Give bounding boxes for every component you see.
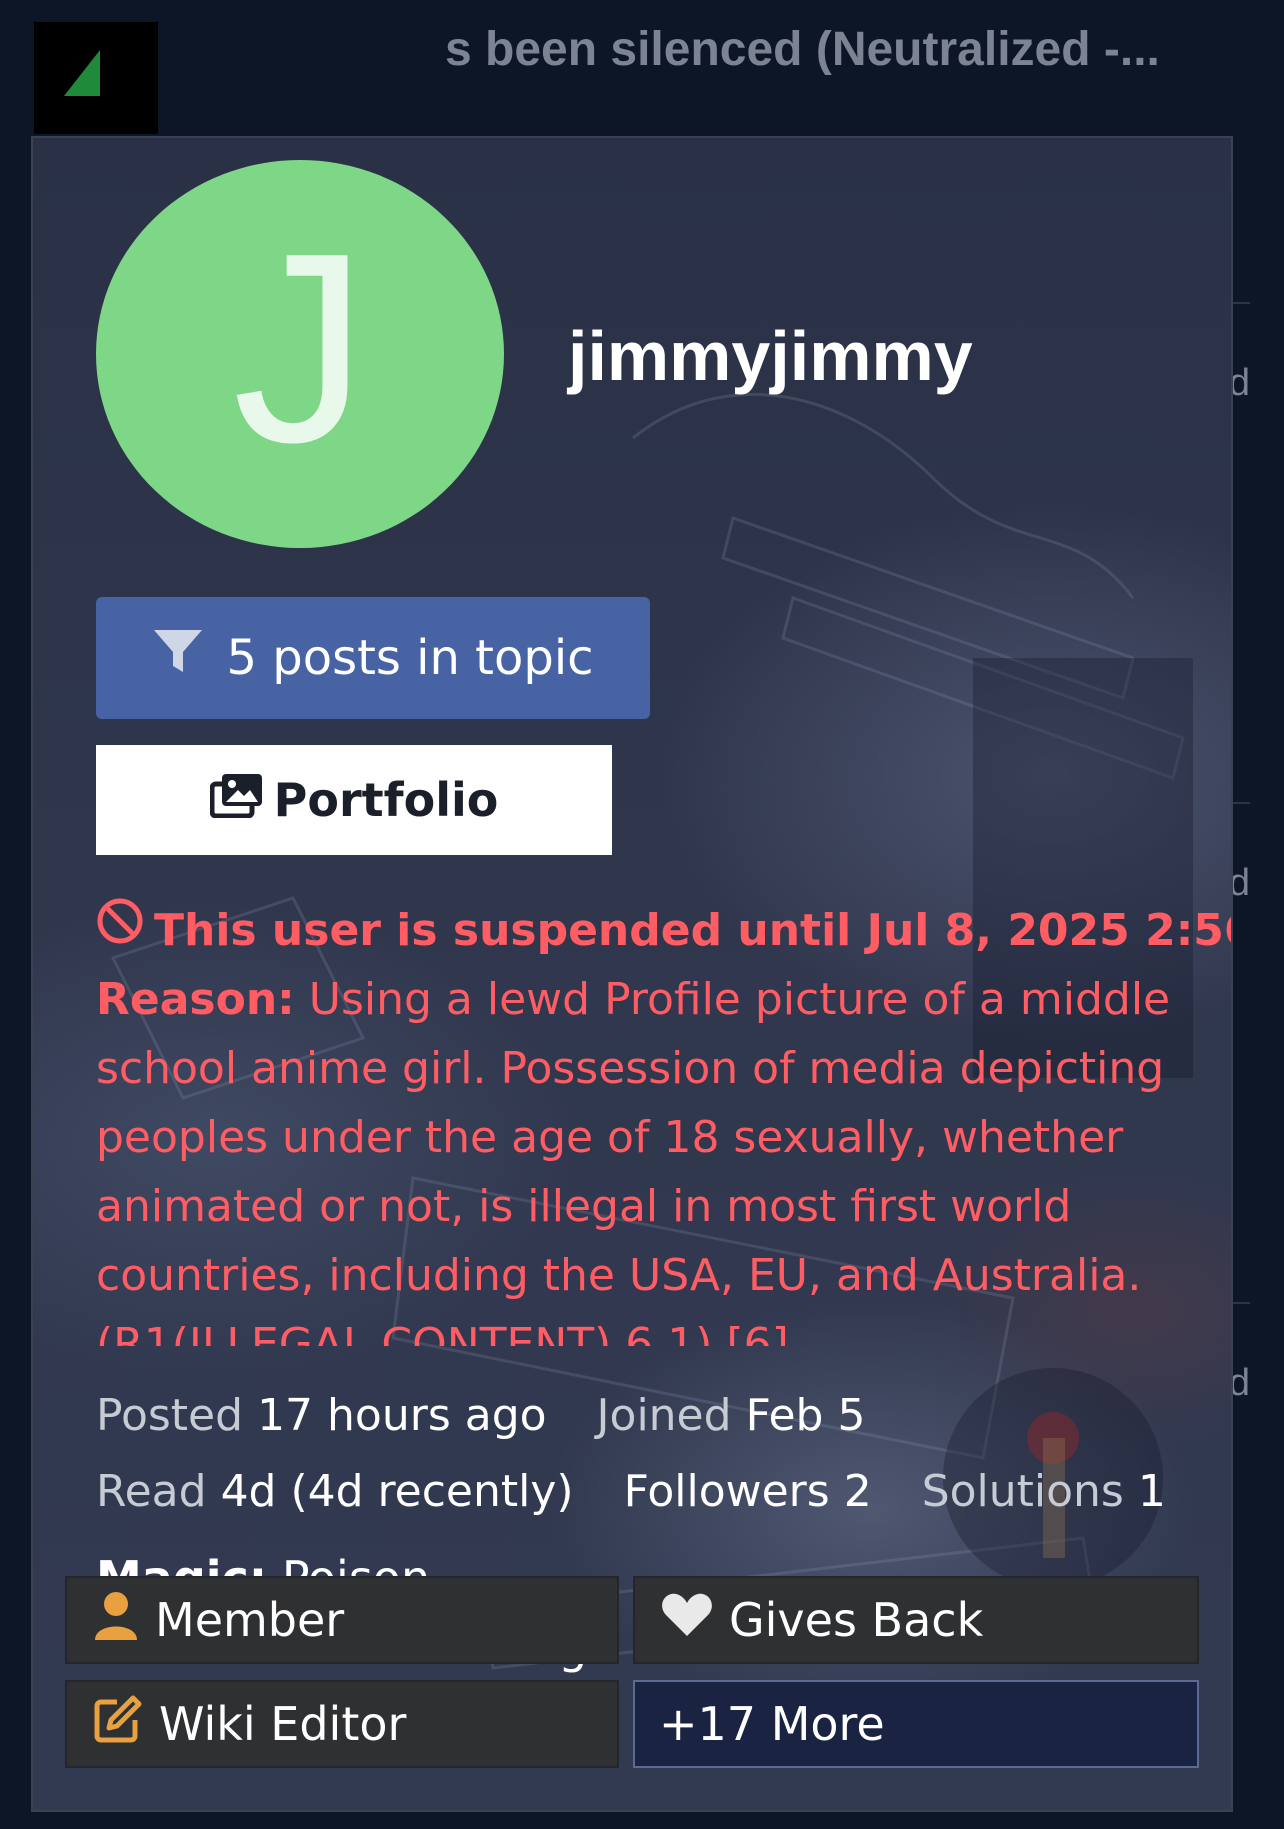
ban-icon <box>96 896 144 965</box>
badge-member[interactable]: Member <box>65 1576 619 1664</box>
user-stats: Posted 17 hours ago Joined Feb 5 Read 4d… <box>96 1378 1166 1530</box>
reason-label: Reason: <box>96 974 295 1025</box>
user-card: J jimmyjimmy 5 posts in topic Portfolio <box>31 136 1233 1812</box>
suspension-notice: This user is suspended until Jul 8, 2025… <box>96 896 1231 1346</box>
suspension-heading: This user is suspended until Jul 8, 2025… <box>154 905 1231 956</box>
read-label: Read <box>96 1466 207 1517</box>
username[interactable]: jimmyjimmy <box>568 316 973 396</box>
solutions-label: Solutions <box>921 1466 1124 1517</box>
page: s been silenced (Neutralized -... d d d … <box>0 0 1284 1829</box>
joined-value: Feb 5 <box>745 1390 866 1441</box>
avatar[interactable]: J <box>96 160 504 548</box>
filter-posts-label: 5 posts in topic <box>226 630 594 686</box>
filter-icon <box>152 628 204 688</box>
joined-label: Joined <box>596 1390 732 1441</box>
rule-reference: (R1(ILLEGAL CONTENT) 6.1) [6] <box>96 1319 789 1346</box>
topic-title[interactable]: s been silenced (Neutralized -... <box>445 22 1160 77</box>
followers-value[interactable]: 2 <box>844 1466 872 1517</box>
more-badges-button[interactable]: +17 More <box>633 1680 1199 1768</box>
solutions-value: 1 <box>1137 1466 1166 1517</box>
portfolio-button[interactable]: Portfolio <box>96 745 612 855</box>
heart-icon <box>661 1592 713 1649</box>
posted-label: Posted <box>96 1390 244 1441</box>
badge-label: Member <box>155 1593 345 1647</box>
avatar-letter: J <box>232 198 368 499</box>
more-badges-label: +17 More <box>659 1697 885 1751</box>
badge-gives-back[interactable]: Gives Back <box>633 1576 1199 1664</box>
badge-label: Wiki Editor <box>159 1697 407 1751</box>
badge-wiki-editor[interactable]: Wiki Editor <box>65 1680 619 1768</box>
filter-posts-button[interactable]: 5 posts in topic <box>96 597 650 719</box>
portfolio-label: Portfolio <box>273 773 499 827</box>
followers-label[interactable]: Followers <box>624 1466 830 1517</box>
images-icon <box>209 772 264 829</box>
badge-label: Gives Back <box>729 1593 984 1647</box>
topic-category-icon <box>34 22 158 134</box>
posted-value[interactable]: 17 hours ago <box>257 1390 546 1441</box>
suspension-reason: Reason: Using a lewd Profile picture of … <box>96 965 1231 1346</box>
read-value: 4d (4d recently) <box>220 1466 574 1517</box>
pen-to-square-icon <box>93 1694 143 1755</box>
user-icon <box>93 1590 139 1651</box>
